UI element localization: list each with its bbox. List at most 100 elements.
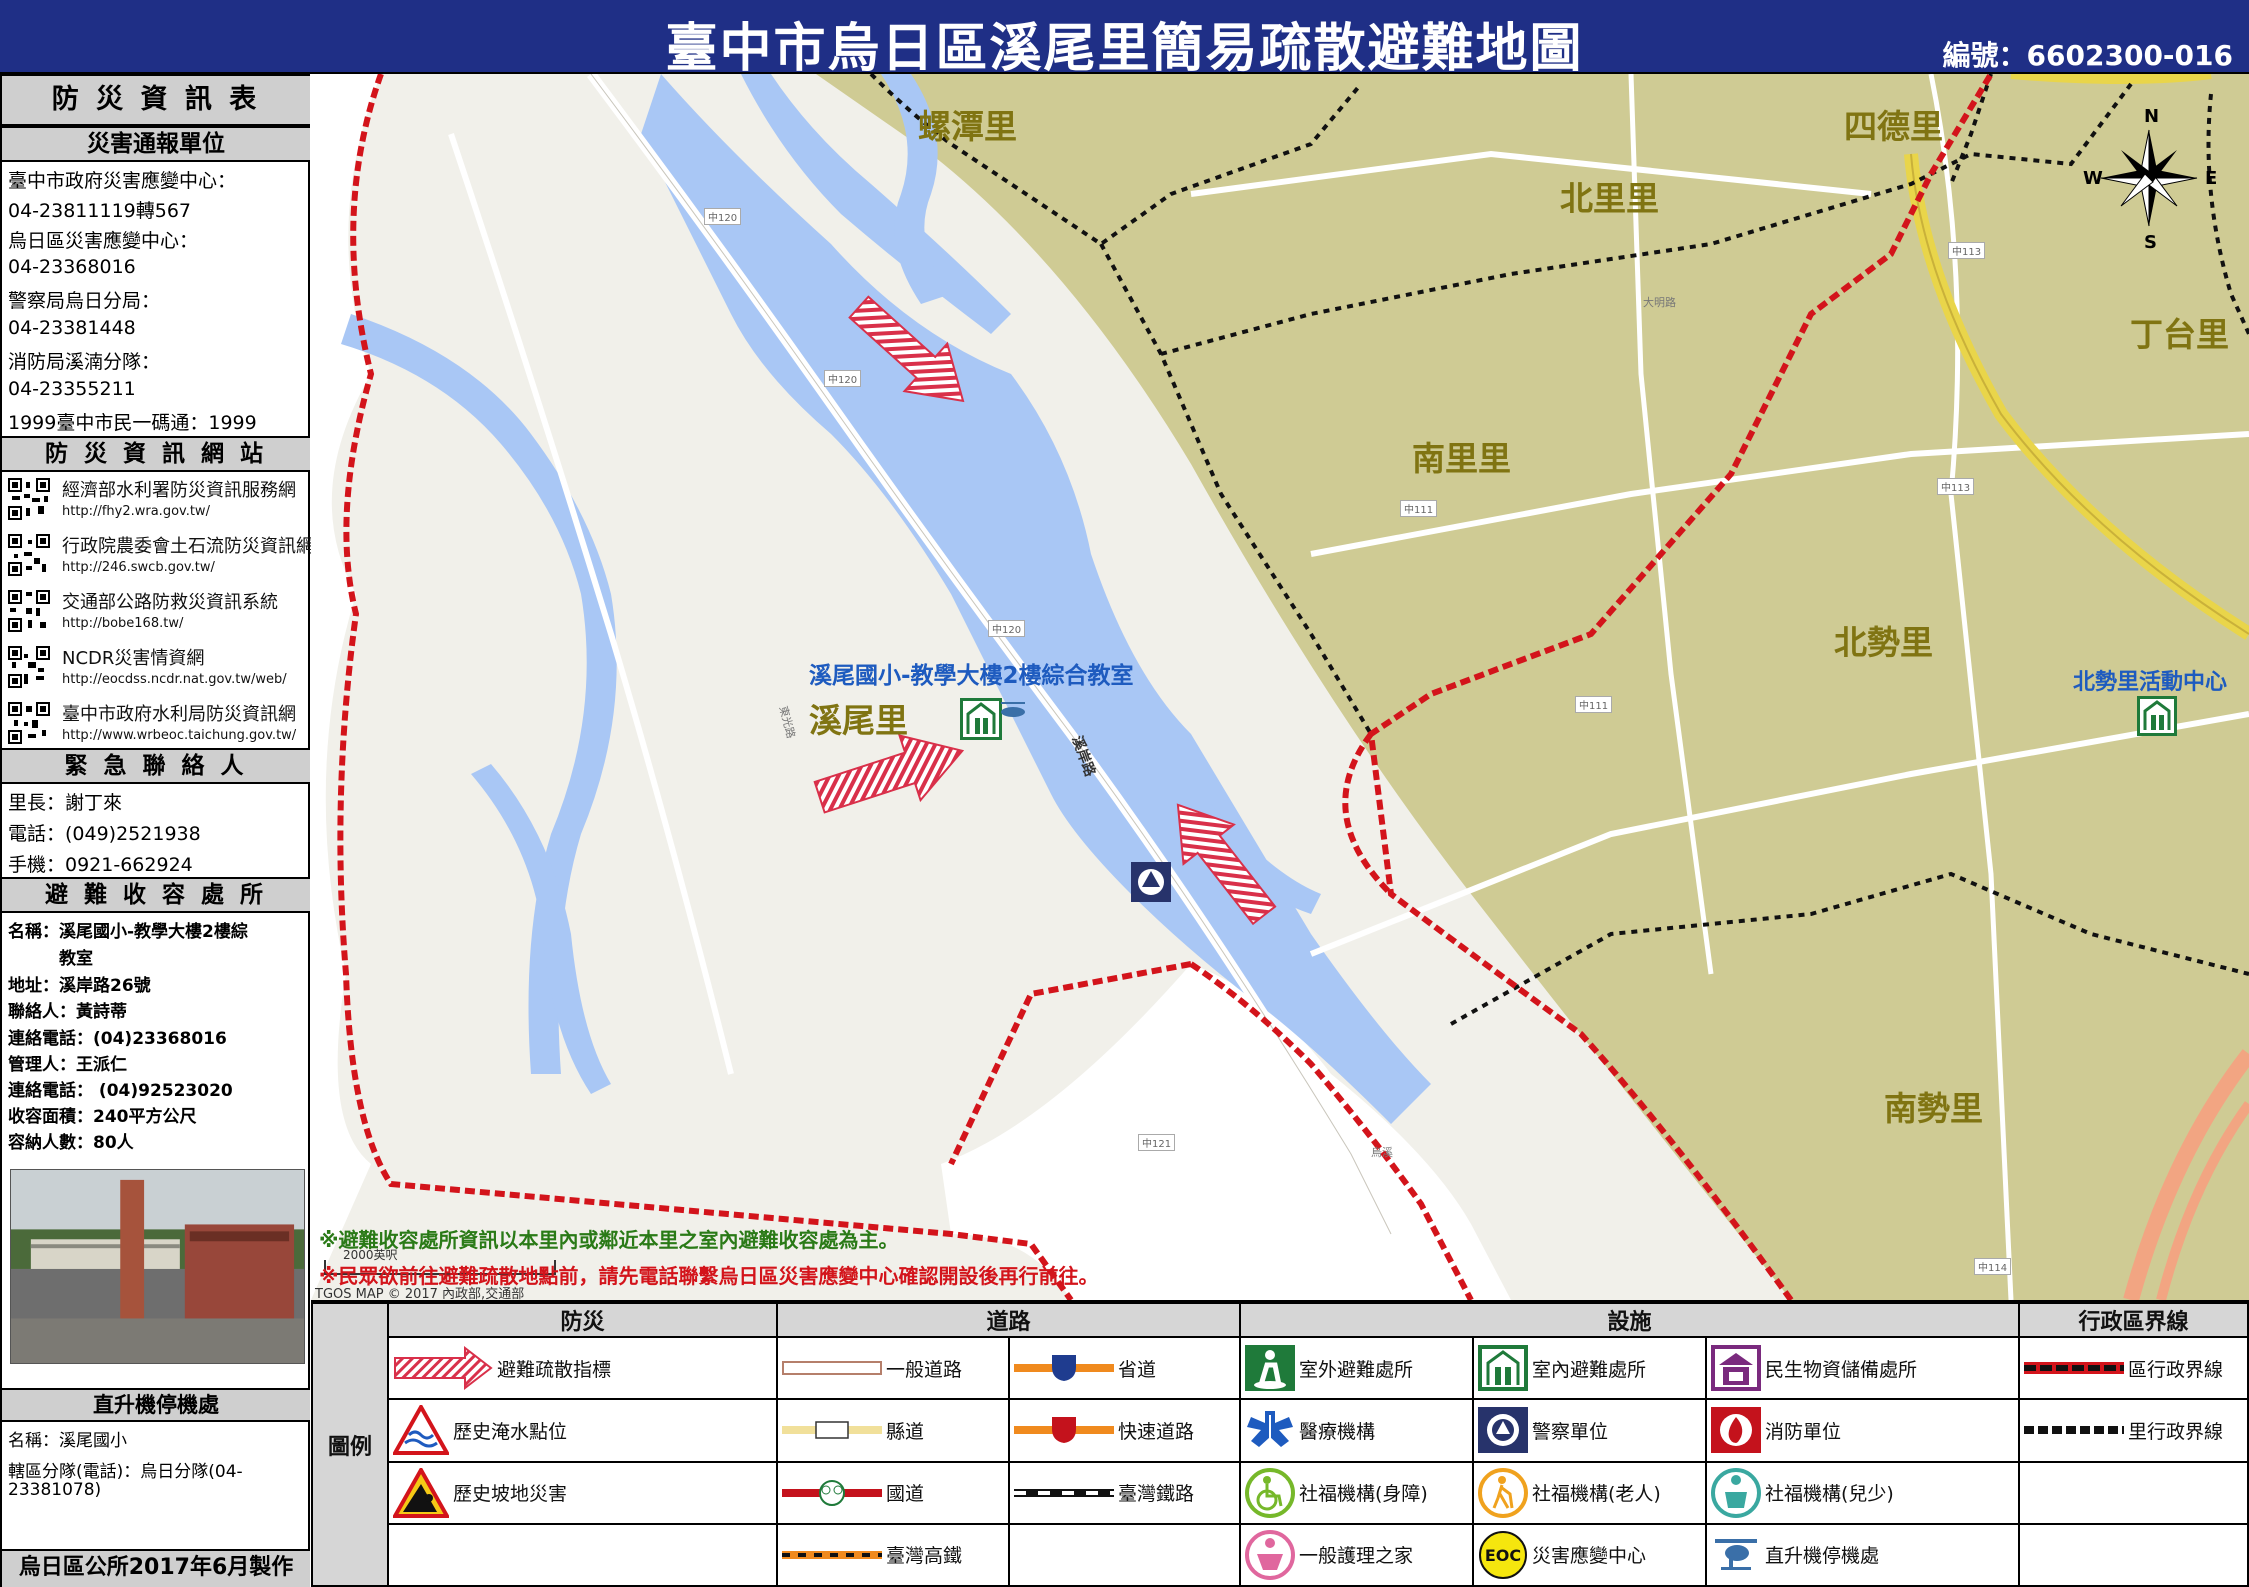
helipad-line: 名稱：溪尾國小 xyxy=(8,1431,127,1451)
legend-item: 臺灣高鐵 xyxy=(778,1525,1008,1585)
website-item[interactable]: 行政院農委會土石流防災資訊網 http://246.swcb.gov.tw/ xyxy=(8,530,314,586)
county-road-icon xyxy=(782,1421,882,1440)
legend-item: 縣道 xyxy=(778,1400,1008,1460)
road-number-tag: 中120 xyxy=(704,208,742,225)
map-title: 臺中市烏日區溪尾里簡易疏散避難地圖 xyxy=(665,19,1584,79)
legend-header-disaster: 防災 xyxy=(387,1301,778,1339)
legend-label: 社福機構(老人) xyxy=(1532,1483,1661,1506)
compass-w: W xyxy=(2083,168,2103,189)
evacuation-arrow-icon xyxy=(394,1346,493,1391)
general-road-icon xyxy=(782,1361,882,1376)
websites-title: 防 災 資 訊 網 站 xyxy=(2,436,310,472)
compass-e: E xyxy=(2205,168,2217,189)
legend-item: 室外避難處所 xyxy=(1241,1338,1472,1398)
supply-storage-icon xyxy=(1711,1345,1762,1392)
legend-label: 臺灣鐵路 xyxy=(1118,1483,1195,1506)
qr-code-icon xyxy=(8,646,50,688)
helipad-icon xyxy=(1715,1538,1758,1570)
shelter-line: 容納人數：80人 xyxy=(8,1133,134,1153)
legend-label: 里行政界線 xyxy=(2128,1420,2224,1443)
website-name: 臺中市政府水利局防災資訊網 xyxy=(62,704,296,725)
village-name: 四德里 xyxy=(1844,107,1943,146)
road-number-tag: 中120 xyxy=(988,620,1026,637)
website-url[interactable]: http://246.swcb.gov.tw/ xyxy=(62,560,215,575)
map-canvas[interactable]: N S W E 螺潭里 北里里 四德里 丁台里 南里里 北勢里 南勢里 溪尾里 … xyxy=(311,74,2249,1300)
map-serial-number: 編號：6602300-016 xyxy=(1942,39,2233,72)
website-url[interactable]: http://eocdss.ncdr.nat.gov.tw/web/ xyxy=(62,672,287,687)
legend-label: 省道 xyxy=(1118,1358,1157,1381)
freeway xyxy=(2010,74,2212,84)
street-name: 烏溪 xyxy=(1371,1146,1393,1159)
village-name: 南里里 xyxy=(1412,439,1511,478)
landslide-icon xyxy=(393,1467,449,1518)
website-name: 交通部公路防救災資訊系統 xyxy=(62,592,278,613)
website-name: NCDR災害情資網 xyxy=(62,648,205,669)
website-item[interactable]: 交通部公路防救災資訊系統 http://bobe168.tw/ xyxy=(8,586,308,642)
shelter-line: 名稱：溪尾國小-教學大樓2樓綜 xyxy=(8,922,248,942)
emergency-contact-title: 緊 急 聯 絡 人 xyxy=(2,748,310,784)
district-boundary-icon xyxy=(2024,1362,2125,1375)
website-url[interactable]: http://www.wrbeoc.taichung.gov.tw/ xyxy=(62,728,296,743)
shelter-line: 聯絡人：黃詩蒂 xyxy=(8,1002,127,1022)
road-number-tag: 中114 xyxy=(1974,1258,2012,1275)
website-url[interactable]: http://fhy2.wra.gov.tw/ xyxy=(62,504,210,519)
shelter-line: 教室 xyxy=(8,949,93,969)
village-name: 丁台里 xyxy=(2130,315,2229,354)
road-number-tag: 中111 xyxy=(1575,696,1613,713)
legend-item: 臺灣鐵路 xyxy=(1010,1463,1239,1523)
legend-item: 里行政界線 xyxy=(2020,1400,2247,1460)
compass-n: N xyxy=(2144,106,2159,127)
welfare-children-icon xyxy=(1711,1467,1762,1518)
welfare-elderly-icon xyxy=(1478,1467,1529,1518)
website-item[interactable]: 臺中市政府水利局防災資訊網 http://www.wrbeoc.taichung… xyxy=(8,698,308,754)
legend-item: 直升機停機處 xyxy=(1707,1525,2018,1585)
road-number-tag: 中111 xyxy=(1400,500,1438,517)
police-icon xyxy=(1131,862,1171,902)
legend-item: 警察單位 xyxy=(1474,1400,1705,1460)
website-item[interactable]: NCDR災害情資網 http://eocdss.ncdr.nat.gov.tw/… xyxy=(8,642,308,698)
indoor-shelter-icon xyxy=(1478,1345,1529,1392)
road-number-tag: 中120 xyxy=(824,370,862,387)
legend-label: 區行政界線 xyxy=(2128,1358,2224,1381)
helipad-title: 直升機停機處 xyxy=(2,1388,310,1422)
shelter-line: 地址：溪岸路26號 xyxy=(8,976,151,996)
legend-label: 社福機構(兒少) xyxy=(1765,1483,1894,1506)
report-units-title: 災害通報單位 xyxy=(2,126,310,162)
helipad-line: 23381078) xyxy=(8,1480,102,1500)
legend-label: 避難疏散指標 xyxy=(497,1358,612,1381)
shelter-photo xyxy=(10,1169,305,1364)
legend-label: 醫療機構 xyxy=(1299,1420,1376,1443)
qr-code-icon xyxy=(8,534,50,576)
indoor-shelter-icon[interactable] xyxy=(2137,696,2177,736)
legend-label: 國道 xyxy=(886,1483,925,1506)
report-line: 1999臺中市民一碼通：1999 xyxy=(8,412,257,434)
village-name: 北里里 xyxy=(1560,179,1659,218)
shelter-line: 連絡電話：(04)23368016 xyxy=(8,1029,227,1049)
village-name: 南勢里 xyxy=(1884,1089,1983,1128)
indoor-shelter-icon[interactable] xyxy=(960,698,1002,740)
report-line: 烏日區災害應變中心： xyxy=(8,230,199,252)
road-number-tag: 中113 xyxy=(1948,242,1986,259)
shelter-line: 連絡電話： (04)92523020 xyxy=(8,1081,233,1101)
contact-line: 里長：謝丁來 xyxy=(8,792,123,814)
helipad-line: 轄區分隊(電話)：烏日分隊(04- xyxy=(8,1462,243,1482)
website-name: 行政院農委會土石流防災資訊網 xyxy=(62,536,314,557)
website-url[interactable]: http://bobe168.tw/ xyxy=(62,616,183,631)
village-name: 北勢里 xyxy=(1834,623,1933,662)
flood-point-icon xyxy=(393,1405,449,1456)
legend-item: 歷史坡地災害 xyxy=(389,1463,776,1523)
provincial-road-icon xyxy=(1014,1355,1114,1382)
legend-item: 醫療機構 xyxy=(1241,1400,1472,1460)
legend-label: 警察單位 xyxy=(1532,1420,1609,1443)
legend-label: 歷史坡地災害 xyxy=(453,1483,568,1506)
map-copyright: TGOS MAP © 2017 內政部,交通部 xyxy=(315,1287,525,1300)
legend-item: 一般道路 xyxy=(778,1338,1008,1398)
website-item[interactable]: 經濟部水利署防災資訊服務網 http://fhy2.wra.gov.tw/ xyxy=(8,474,308,530)
legend-label: 歷史淹水點位 xyxy=(453,1420,568,1443)
contact-line: 手機：0921-662924 xyxy=(8,854,193,876)
report-line: 04-23355211 xyxy=(8,378,136,400)
legend-item: 社福機構(兒少) xyxy=(1707,1463,2018,1523)
shelter-title: 避 難 收 容 處 所 xyxy=(2,877,310,913)
legend-header-roads: 道路 xyxy=(775,1301,1242,1339)
legend-item: 室內避難處所 xyxy=(1474,1338,1705,1398)
